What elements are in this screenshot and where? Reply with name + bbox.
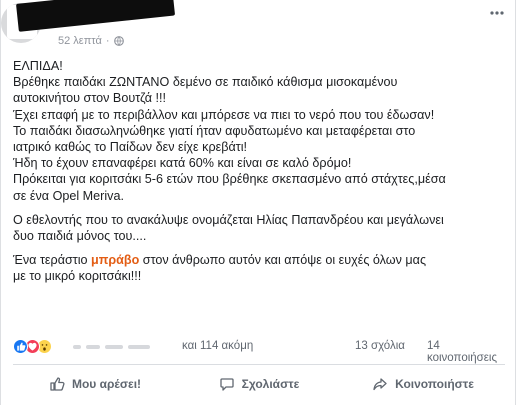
post-timestamp[interactable]: 52 λεπτά	[58, 35, 102, 47]
post-line-closing: Ένα τεράστιο μπράβο στον άνθρωπο αυτόν κ…	[13, 252, 509, 268]
reactor-names-redacted	[73, 341, 173, 353]
reactors-count[interactable]: και 114 ακόμη	[182, 340, 253, 352]
meta-separator: ·	[105, 35, 110, 47]
share-label: Κοινοποιήστε	[395, 377, 474, 391]
bravo-highlight: μπράβο	[91, 253, 140, 268]
closing-text-before: Ένα τεράστιο	[13, 253, 92, 268]
stats-divider	[13, 364, 505, 365]
like-label: Μου αρέσει!	[71, 377, 142, 391]
post-line: Ο εθελοντής που το ανακάλυψε ονομάζεται …	[13, 212, 444, 227]
author-name-redacted	[16, 0, 176, 32]
post-body: ΕΛΠΙΔΑ! Βρέθηκε παιδάκι ΖΩΝΤΑΝΟ δεμένο σ…	[13, 58, 509, 285]
comments-count[interactable]: 13 σχόλια	[355, 340, 405, 352]
post-line: Το παιδάκι διασωληνώθηκε γιατί ήταν αφυδ…	[13, 123, 416, 138]
comment-icon	[220, 378, 234, 391]
post-line: δυο παιδιά μόνος του....	[13, 229, 147, 244]
comment-button[interactable]: Σχολιάστε	[177, 368, 341, 400]
feed-post: 52 λεπτά · ΕΛΠΙΔΑ! Βρέθηκε παιδάκι ΖΩΝΤΑ…	[0, 0, 516, 405]
post-line: ΕΛΠΙΔΑ!	[13, 59, 63, 73]
globe-icon[interactable]	[113, 36, 124, 46]
post-line: με το μικρό κοριτσάκι!!!	[13, 269, 142, 284]
post-actions: Μου αρέσει! Σχολιάστε Κοινοποιήστε	[13, 368, 505, 400]
thumbs-up-icon	[50, 377, 65, 391]
more-options-icon[interactable]	[489, 8, 505, 18]
post-line: ιατρικό καθώς το Παίδων δεν είχε κρεβάτι…	[13, 140, 248, 155]
shares-count[interactable]: 14 κοινοποιήσεις	[427, 340, 505, 364]
like-button[interactable]: Μου αρέσει!	[13, 368, 177, 400]
post-line: αυτοκινήτου στον Βουτζά !!!	[13, 91, 166, 106]
comment-label: Σχολιάστε	[241, 377, 300, 391]
share-button[interactable]: Κοινοποιήστε	[341, 368, 505, 400]
post-line: Ήδη το έχουν επαναφέρει κατά 60% και είν…	[13, 156, 352, 171]
share-icon	[373, 378, 387, 391]
post-line: Βρέθηκε παιδάκι ΖΩΝΤΑΝΟ δεμένο σε παιδικ…	[13, 75, 398, 90]
post-header: 52 λεπτά ·	[1, 0, 516, 56]
like-icon	[13, 339, 28, 354]
reaction-icons[interactable]	[13, 339, 52, 354]
post-line: Έχει επαφή με το περιβάλλον και μπόρεσε …	[13, 107, 435, 122]
closing-text-after: στον άνθρωπο αυτόν και απόψε οι ευχές όλ…	[139, 253, 427, 268]
post-stats: και 114 ακόμη 13 σχόλια 14 κοινοποιήσεις	[13, 339, 505, 364]
post-meta: 52 λεπτά ·	[58, 35, 124, 47]
post-line: Πρόκειται για κοριτσάκι 5-6 ετών που βρέ…	[13, 172, 446, 187]
post-line: σε ένα Opel Meriva.	[13, 188, 124, 203]
